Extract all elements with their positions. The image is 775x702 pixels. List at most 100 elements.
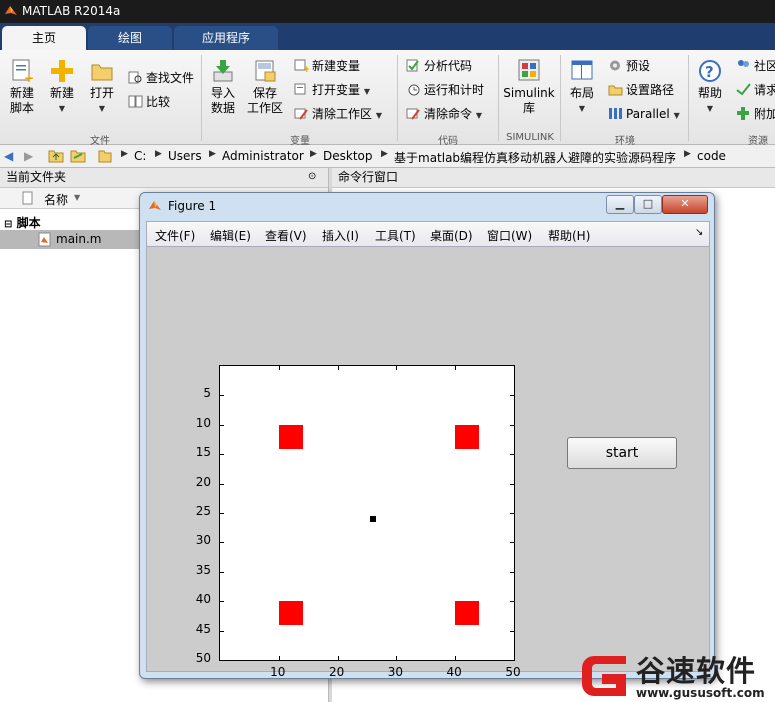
menu-edit[interactable]: 编辑(E) [210,227,251,244]
community-button[interactable]: 社区 [736,58,775,74]
start-button[interactable]: start [567,437,677,469]
open-button[interactable]: 打开 ▼ [84,58,120,116]
import-data-button[interactable]: 导入 数据 [205,58,241,116]
new-script-label-1: 新建 [9,86,34,100]
import-data-icon [213,60,233,82]
help-dropdown-icon: ▼ [706,104,714,113]
folder-open-icon [91,64,113,81]
folder-icon [98,150,112,163]
browse-folder-icon[interactable] [70,148,86,163]
simulink-library-label-2: 库 [522,101,535,115]
set-path-label: 设置路径 [626,83,675,97]
matlab-logo-icon [5,6,17,15]
help-button[interactable]: ? 帮助 ▼ [692,58,728,116]
close-button[interactable]: ✕ [662,195,708,214]
back-icon[interactable]: ◀ [4,149,13,163]
path-segment[interactable]: Desktop [323,149,373,163]
clear-workspace-dropdown-icon: ▼ [375,111,382,120]
addons-icon [737,107,749,120]
addons-button[interactable]: 附加 [736,106,775,122]
column-name-label: 名称 [44,193,69,207]
x-tick-mark [278,366,280,370]
path-segment[interactable]: 基于matlab编程仿真移动机器人避障的实验源码程序 [394,149,676,166]
find-files-button[interactable]: 查找文件 [128,70,194,86]
clear-workspace-button[interactable]: 清除工作区 ▼ [294,106,382,124]
path-segment[interactable]: C: [134,149,146,163]
simulink-library-icon [518,59,540,81]
layout-button[interactable]: 布局 ▼ [564,58,600,116]
path-segment[interactable]: code [697,149,726,163]
save-workspace-label-2: 工作区 [246,101,283,115]
y-tick-mark [220,660,224,661]
set-path-button[interactable]: 设置路径 [608,82,674,98]
addons-label: 附加 [754,107,775,121]
preferences-button[interactable]: 预设 [608,58,650,74]
menu-desktop[interactable]: 桌面(D) [430,227,473,244]
menu-file[interactable]: 文件(F) [155,227,195,244]
open-variable-label: 打开变量 [312,83,361,97]
menubar-arrow-icon[interactable]: ↘ [695,227,703,238]
tab-apps[interactable]: 应用程序 [174,26,278,50]
gususoft-logo-icon [582,656,626,696]
y-tick-mark [220,395,224,397]
maximize-button[interactable]: □ [634,195,662,214]
new-script-icon: + [12,59,34,84]
x-tick-mark [514,366,515,370]
menu-window[interactable]: 窗口(W) [487,227,532,244]
x-tick-mark [455,366,457,370]
plot-axes [219,365,515,661]
compare-label: 比较 [146,95,171,109]
import-data-label-2: 数据 [210,101,235,115]
y-tick-label: 20 [195,474,211,489]
compare-button[interactable]: 比较 [128,94,170,110]
layout-dropdown-icon: ▼ [578,104,586,113]
community-icon [738,60,749,67]
panel-menu-icon[interactable]: ⊙ [308,171,316,182]
minimize-button[interactable]: ▁ [606,195,634,214]
figure-title: Figure 1 [168,199,217,213]
request-support-button[interactable]: 请求 [736,82,775,98]
x-tick-mark [396,366,398,370]
new-script-button[interactable]: + 新建 脚本 [4,58,40,116]
y-tick-mark [510,630,514,632]
new-label: 新建 [49,86,74,100]
gear-icon [610,60,620,71]
menu-insert[interactable]: 插入(I) [322,227,359,244]
tab-plots[interactable]: 绘图 [88,26,172,50]
y-tick-mark [510,454,514,456]
collapse-icon[interactable]: ⊟ [4,219,12,230]
new-script-label-2: 脚本 [9,101,34,115]
menu-help[interactable]: 帮助(H) [548,227,590,244]
x-tick-mark [337,656,339,660]
up-folder-icon[interactable] [48,148,64,163]
parallel-button[interactable]: Parallel ▼ [608,106,680,124]
save-workspace-button[interactable]: 保存 工作区 [245,58,285,116]
new-variable-button[interactable]: + 新建变量 [294,58,360,74]
path-separator-icon: ▶ [209,149,216,159]
y-tick-mark [510,571,514,573]
new-button[interactable]: 新建 ▼ [44,58,80,116]
path-segment[interactable]: Users [168,149,202,163]
open-variable-button[interactable]: 打开变量 ▼ [294,82,370,100]
scripts-group[interactable]: ⊟ 脚本 [4,214,41,231]
tab-home[interactable]: 主页 [2,26,86,50]
address-bar: ◀ ▶ ▶ C: ▶ Users ▶ Administrator ▶ Deskt… [0,145,775,168]
new-plus-icon [51,60,73,82]
open-variable-icon [294,83,306,95]
menu-view[interactable]: 查看(V) [265,227,307,244]
menu-tools[interactable]: 工具(T) [375,227,416,244]
analyze-code-button[interactable]: 分析代码 [406,58,472,74]
run-and-time-icon [408,84,420,96]
path-segment[interactable]: Administrator [222,149,304,163]
x-tick-label: 20 [328,665,345,679]
y-tick-label: 35 [195,562,211,577]
figure-window: Figure 1 ▁ □ ✕ 文件(F) 编辑(E) 查看(V) 插入(I) 工… [139,192,715,679]
simulink-library-button[interactable]: Simulink 库 [502,58,556,116]
run-and-time-button[interactable]: 运行和计时 [406,82,484,98]
forward-icon[interactable]: ▶ [24,149,33,163]
path-separator-icon: ▶ [155,149,162,159]
clear-commands-button[interactable]: 清除命令 ▼ [406,106,482,124]
y-tick-label: 50 [195,651,211,665]
x-tick-mark [396,656,398,660]
y-tick-label: 45 [195,621,211,636]
